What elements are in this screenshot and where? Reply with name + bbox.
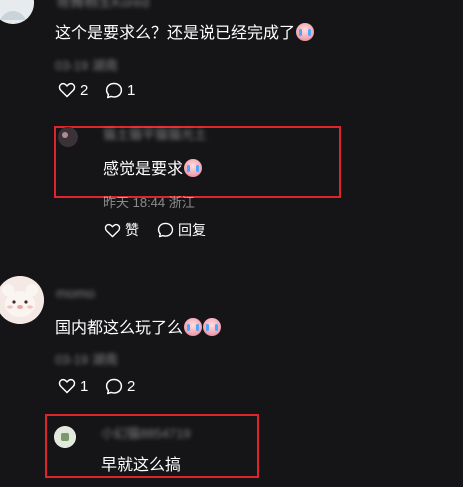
- avatar[interactable]: [0, 0, 34, 24]
- comment-username[interactable]: momo: [56, 285, 95, 301]
- reply-avatar[interactable]: [54, 426, 76, 448]
- crying-face-emoji-icon: [184, 159, 203, 177]
- like-button[interactable]: 2: [58, 82, 88, 98]
- speech-bubble-icon: [105, 82, 123, 99]
- reply-reply-label: 回复: [178, 222, 206, 238]
- comment-section: 哥舞梢生Kored 这个是要求么？还是说已经完成了 03-19 湖南 2 1 猫…: [0, 0, 463, 487]
- reply-like-button[interactable]: 赞: [104, 220, 139, 240]
- reply-count-button[interactable]: 1: [105, 82, 135, 99]
- like-count: 2: [80, 81, 89, 99]
- like-count: 1: [80, 377, 89, 395]
- comment-text: 这个是要求么？还是说已经完成了: [55, 19, 315, 43]
- reply-username[interactable]: 小幻猫8854719: [101, 423, 191, 442]
- heart-outline-icon: [104, 223, 121, 237]
- comment-text-content: 这个是要求么？还是说已经完成了: [55, 25, 296, 42]
- speech-bubble-icon: [157, 222, 174, 238]
- reply-meta: 昨天 18:44 浙江: [103, 195, 195, 210]
- reply-count: 2: [127, 378, 136, 395]
- heart-outline-icon: [58, 378, 76, 394]
- like-button[interactable]: 1: [58, 378, 88, 394]
- crying-face-emoji-icon: [184, 318, 203, 336]
- avatar[interactable]: [0, 276, 44, 324]
- comment-text-content: 国内都这么玩了么: [55, 320, 184, 337]
- reply-text: 早就这么搞: [101, 457, 182, 474]
- reply-username[interactable]: 猫土猫平猫猫光土: [103, 124, 207, 143]
- comment-text: 国内都这么玩了么: [55, 314, 222, 338]
- reply-avatar[interactable]: [58, 127, 78, 147]
- reply-count: 1: [127, 82, 136, 99]
- reply-count-button[interactable]: 2: [105, 378, 135, 395]
- reply-like-label: 赞: [125, 222, 139, 238]
- reply-text-content: 感觉是要求: [103, 161, 184, 178]
- crying-face-emoji-icon: [203, 318, 222, 336]
- heart-outline-icon: [58, 82, 76, 98]
- reply-text: 感觉是要求: [103, 155, 203, 179]
- crying-face-emoji-icon: [296, 23, 315, 41]
- speech-bubble-icon: [105, 378, 123, 395]
- comment-date: 03-19 湖南: [55, 352, 118, 367]
- comment-date: 03-19 湖南: [55, 58, 118, 73]
- reply-reply-button[interactable]: 回复: [157, 220, 206, 240]
- comment-username[interactable]: 哥舞梢生Kored: [56, 0, 149, 12]
